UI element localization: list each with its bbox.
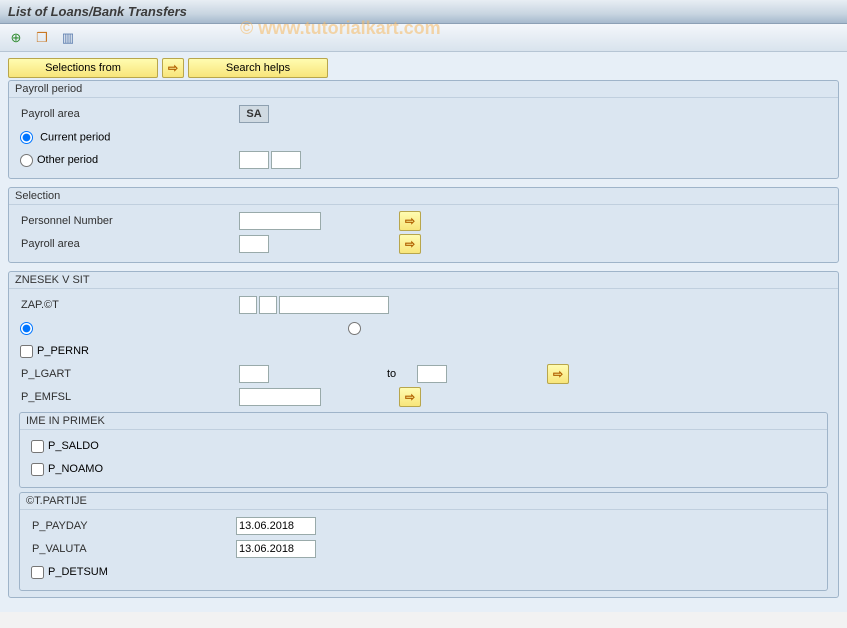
payroll-area-multiselect-icon[interactable]: ⇨ [399,234,421,254]
zap-input-2[interactable] [259,296,277,314]
checkbox-p-noamo[interactable] [31,463,44,476]
radio-current-period-input[interactable] [20,131,33,144]
label-p-lgart: P_LGART [19,368,239,380]
other-period-from-input[interactable] [239,151,269,169]
personnel-number-multiselect-icon[interactable]: ⇨ [399,211,421,231]
label-other-period: Other period [37,154,98,166]
selections-from-button[interactable]: Selections from [8,58,158,78]
payroll-area-sel-input[interactable] [239,235,269,253]
other-period-to-input[interactable] [271,151,301,169]
p-lgart-to-input[interactable] [417,365,447,383]
button-row: Selections from ⇨ Search helps [8,58,839,78]
search-helps-button[interactable]: Search helps [188,58,328,78]
zap-input-3[interactable] [279,296,389,314]
groupbox-label: ©T.PARTIJE [20,493,827,510]
label-p-pernr: P_PERNR [37,345,89,357]
radio-other-period[interactable]: Other period [19,154,239,167]
personnel-number-input[interactable] [239,212,321,230]
groupbox-tpartije: ©T.PARTIJE P_PAYDAY P_VALUTA P_DETSUM [19,492,828,591]
checkbox-p-pernr[interactable] [20,345,33,358]
search-helps-arrow-icon[interactable]: ⇨ [162,58,184,78]
groupbox-label: IME IN PRIMEK [20,413,827,430]
execute-icon[interactable]: ⊕ [6,28,26,48]
layout-icon[interactable]: ▥ [58,28,78,48]
label-p-detsum: P_DETSUM [48,566,108,578]
content-area: Selections from ⇨ Search helps Payroll p… [0,52,847,612]
groupbox-znesek: ZNESEK V SIT ZAP.©T P_PERNR P_LGART [8,271,839,598]
label-p-noamo: P_NOAMO [48,463,103,475]
label-to: to [387,368,417,380]
label-zap: ZAP.©T [19,299,239,311]
groupbox-payroll-period: Payroll period Payroll area SA Current p… [8,80,839,179]
groupbox-selection: Selection Personnel Number ⇨ Payroll are… [8,187,839,263]
variant-icon[interactable]: ❒ [32,28,52,48]
groupbox-label: Payroll period [9,81,838,98]
p-emfsl-multiselect-icon[interactable]: ⇨ [399,387,421,407]
p-lgart-multiselect-icon[interactable]: ⇨ [547,364,569,384]
p-payday-input[interactable] [236,517,316,535]
label-payroll-area-sel: Payroll area [19,238,239,250]
zap-input-1[interactable] [239,296,257,314]
label-personnel-number: Personnel Number [19,215,239,227]
p-valuta-input[interactable] [236,540,316,558]
radio-current-period[interactable]: Current period [19,131,110,144]
radio-znesek-2[interactable] [348,322,361,335]
label-p-valuta: P_VALUTA [30,543,236,555]
label-p-payday: P_PAYDAY [30,520,236,532]
groupbox-label: ZNESEK V SIT [9,272,838,289]
label-payroll-area: Payroll area [19,108,239,120]
title-bar: List of Loans/Bank Transfers [0,0,847,24]
checkbox-p-saldo[interactable] [31,440,44,453]
label-p-emfsl: P_EMFSL [19,391,239,403]
label-current-period: Current period [40,131,110,143]
label-p-saldo: P_SALDO [48,440,99,452]
p-lgart-from-input[interactable] [239,365,269,383]
checkbox-p-detsum[interactable] [31,566,44,579]
radio-other-period-input[interactable] [20,154,33,167]
p-emfsl-input[interactable] [239,388,321,406]
page-title: List of Loans/Bank Transfers [8,4,839,19]
icon-toolbar: ⊕ ❒ ▥ [0,24,847,52]
payroll-area-value[interactable]: SA [239,105,269,123]
groupbox-ime-primek: IME IN PRIMEK P_SALDO P_NOAMO [19,412,828,488]
groupbox-label: Selection [9,188,838,205]
radio-znesek-1[interactable] [20,322,33,335]
